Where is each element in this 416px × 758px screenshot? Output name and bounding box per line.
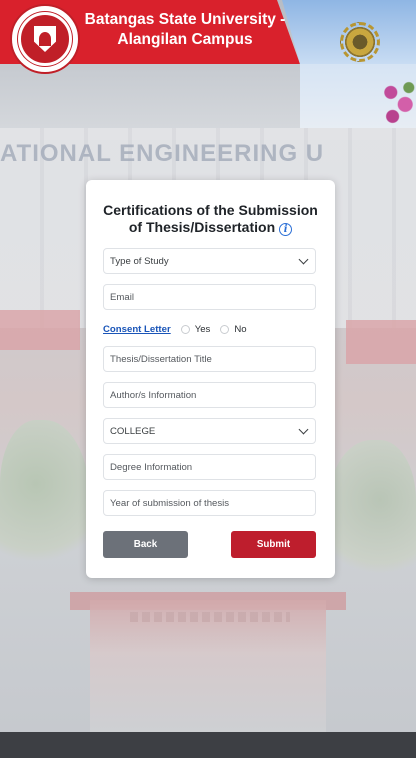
header: Batangas State University - Alangilan Ca…: [0, 0, 416, 128]
degree-info-placeholder: Degree Information: [110, 461, 193, 473]
back-button[interactable]: Back: [103, 531, 188, 558]
author-info-placeholder: Author/s Information: [110, 389, 197, 401]
flowers-decoration: [380, 78, 416, 126]
consent-row: Consent Letter Yes No: [103, 322, 316, 336]
email-placeholder: Email: [110, 291, 134, 303]
consent-yes-label: Yes: [194, 323, 211, 335]
background-gate-sign: [130, 612, 290, 622]
background-red-wall-right: [346, 320, 416, 364]
seal-shield-icon: [34, 26, 56, 52]
radio-circle-no: [220, 324, 230, 334]
submission-form-card: Certifications of the Submission of Thes…: [86, 180, 335, 578]
submission-year-field[interactable]: Year of submission of thesis: [103, 490, 316, 516]
thesis-title-field[interactable]: Thesis/Dissertation Title: [103, 346, 316, 372]
form-title: Certifications of the Submission of Thes…: [98, 202, 323, 236]
background-trees-left: [0, 420, 90, 580]
consent-no-radio[interactable]: No: [220, 323, 247, 335]
footer-bar: [0, 732, 416, 758]
consent-no-label: No: [234, 323, 247, 335]
info-icon[interactable]: i: [279, 223, 293, 236]
consent-letter-link[interactable]: Consent Letter: [103, 324, 171, 335]
background-banner-text: ATIONAL ENGINEERING U: [0, 140, 325, 167]
consent-yes-radio[interactable]: Yes: [180, 323, 211, 335]
type-of-study-value: Type of Study: [110, 255, 169, 267]
degree-info-field[interactable]: Degree Information: [103, 454, 316, 480]
background-trees-right: [326, 440, 416, 590]
type-of-study-select[interactable]: Type of Study: [103, 248, 316, 274]
background-red-wall-left: [0, 310, 80, 350]
submission-year-placeholder: Year of submission of thesis: [110, 497, 230, 509]
chevron-down-icon: [298, 254, 309, 264]
radio-circle-yes: [180, 324, 190, 334]
chevron-down-icon: [298, 424, 309, 434]
college-value: COLLEGE: [110, 425, 156, 437]
back-button-label: Back: [133, 539, 158, 550]
university-seal-logo: [10, 4, 80, 74]
submit-button-label: Submit: [256, 539, 291, 550]
author-info-field[interactable]: Author/s Information: [103, 382, 316, 408]
thesis-title-placeholder: Thesis/Dissertation Title: [110, 353, 212, 365]
college-select[interactable]: COLLEGE: [103, 418, 316, 444]
email-field[interactable]: Email: [103, 284, 316, 310]
header-title: Batangas State University - Alangilan Ca…: [84, 11, 286, 48]
engineering-gear-logo: [340, 22, 380, 62]
seal-inner-ring: [18, 12, 72, 66]
submit-button[interactable]: Submit: [231, 531, 316, 558]
